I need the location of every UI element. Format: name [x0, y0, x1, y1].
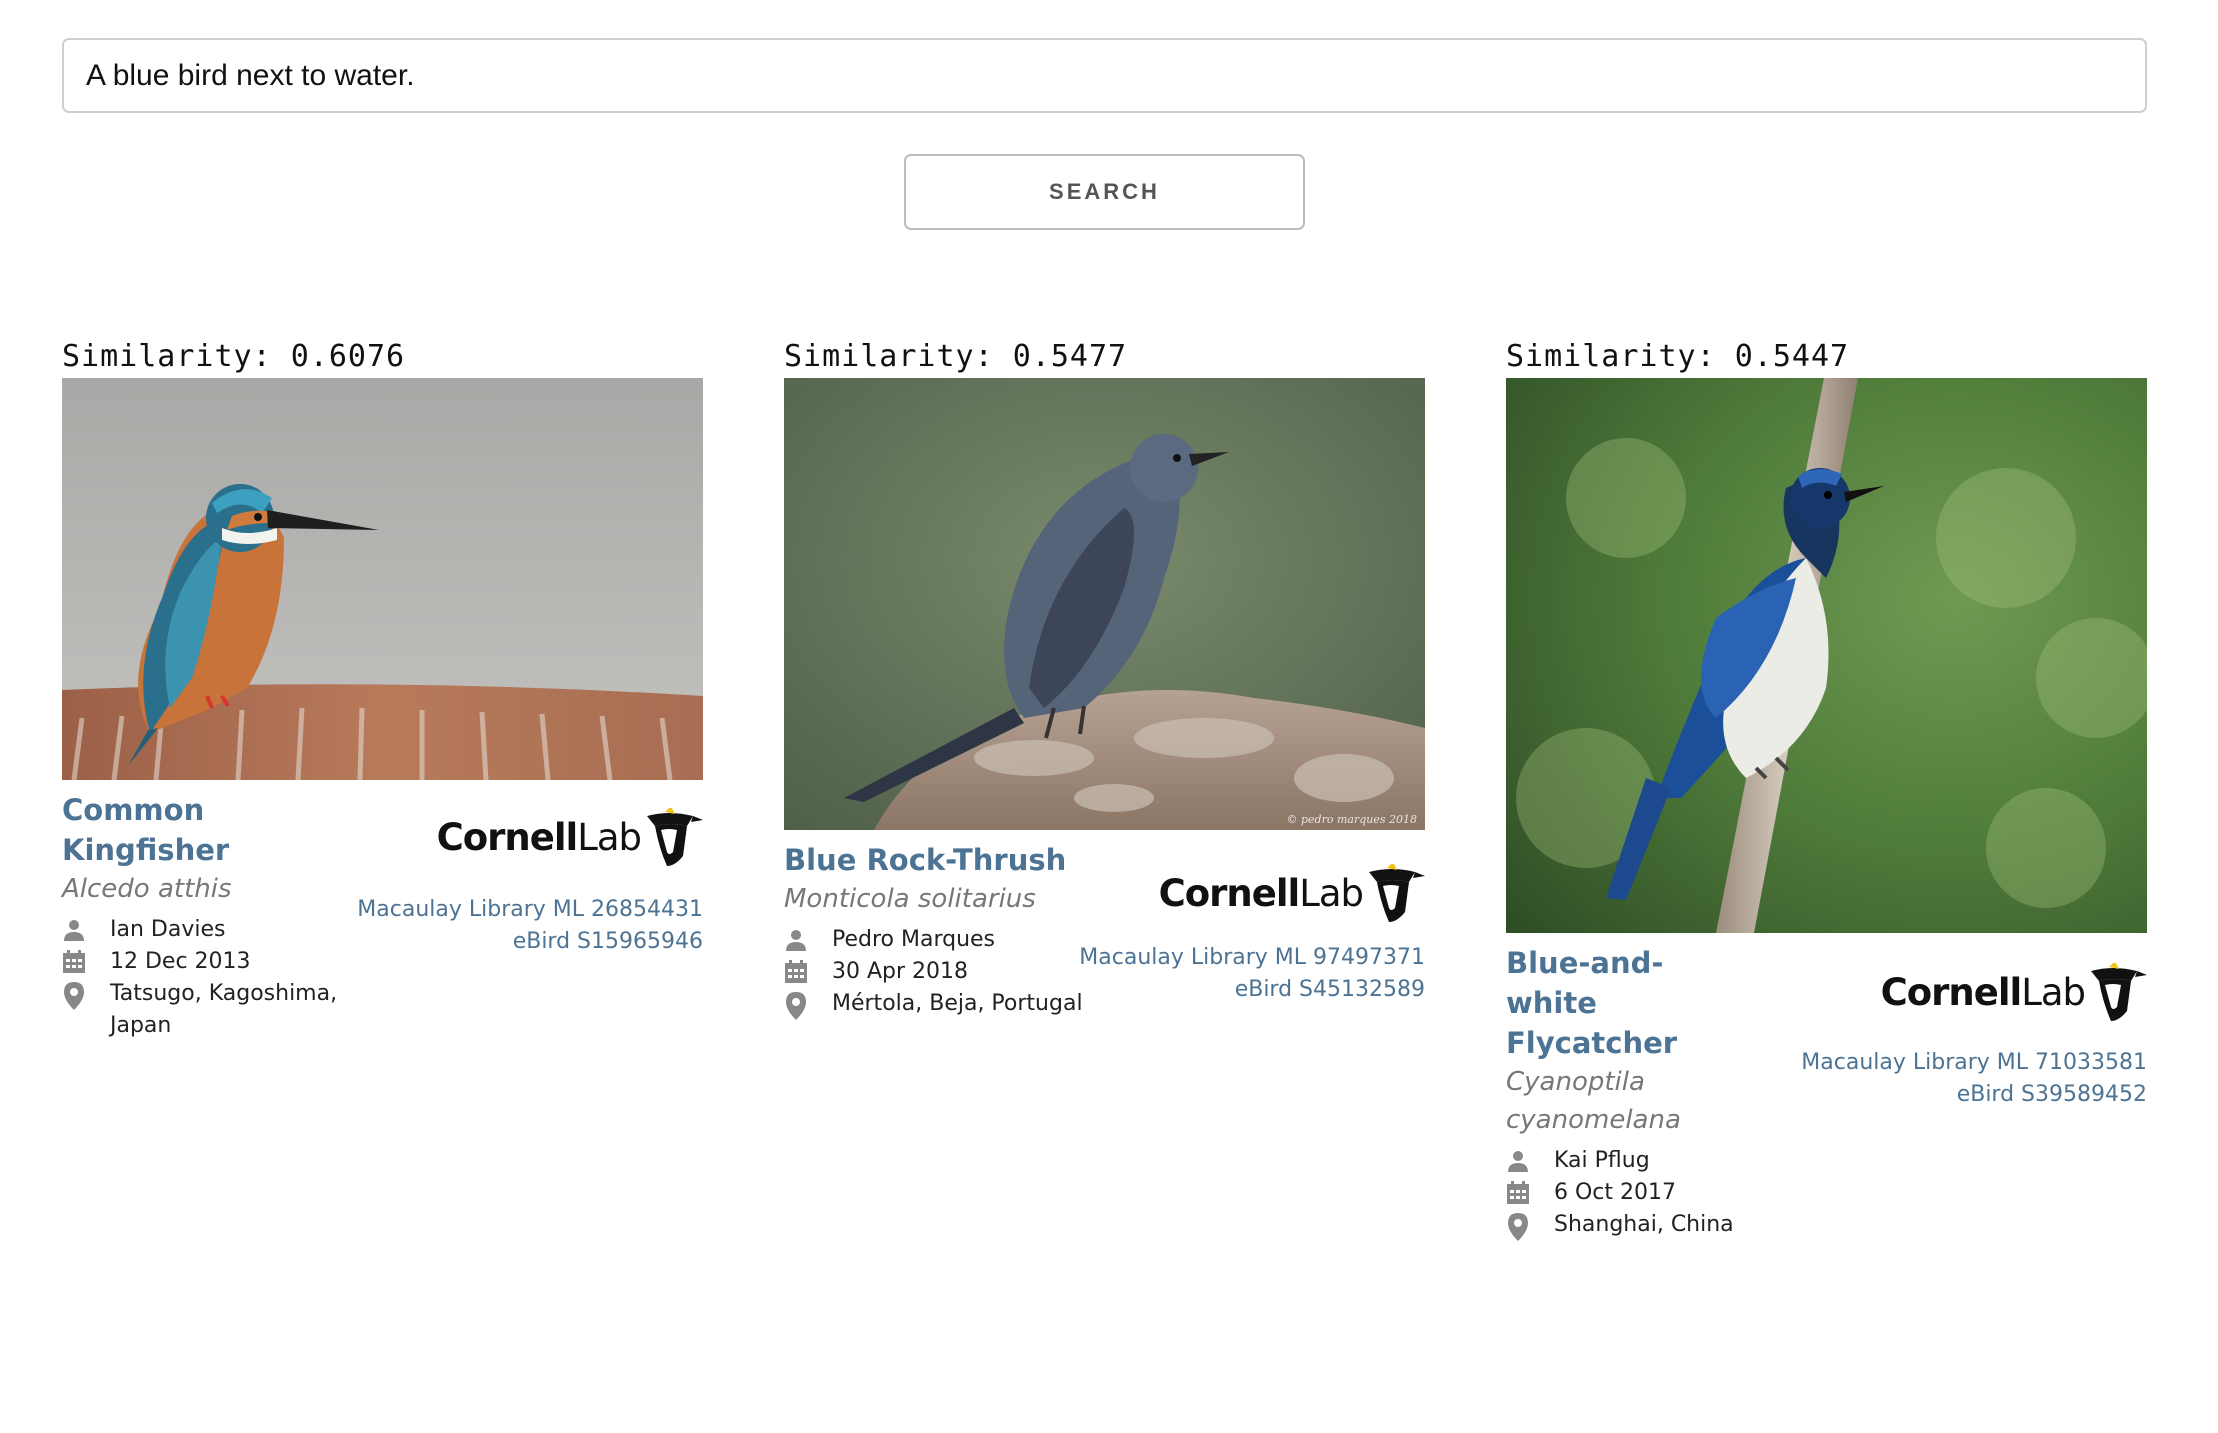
logo-wordmark: CornellLab	[436, 816, 642, 859]
cornell-lab-logo[interactable]: CornellLab	[1881, 963, 2147, 1025]
photographer-name: Ian Davies	[110, 917, 226, 942]
ebird-checklist-link[interactable]: eBird S15965946	[357, 926, 703, 958]
cornell-lab-bird-logo-icon	[647, 808, 703, 866]
scientific-name: Cyanoptila cyanomelana	[1506, 1067, 1681, 1135]
result-card-common-kingfisher: Similarity: 0.6076 Common Kingfisher Alc…	[62, 336, 703, 1280]
photographer-name: Kai Pflug	[1554, 1148, 1650, 1173]
record-links: Macaulay Library ML 97497371 eBird S4513…	[1079, 942, 1425, 1006]
location-pin-icon	[1506, 1209, 1554, 1241]
ebird-checklist-link[interactable]: eBird S45132589	[1079, 974, 1425, 1006]
location-pin-icon	[62, 978, 110, 1010]
macaulay-library-link[interactable]: Macaulay Library ML 71033581	[1801, 1047, 2147, 1079]
common-name-link[interactable]: Common Kingfisher	[62, 790, 229, 870]
date-row: 30 Apr 2018	[784, 956, 1084, 988]
person-icon	[1506, 1145, 1554, 1173]
calendar-icon	[62, 946, 110, 974]
common-name-link[interactable]: Blue Rock-Thrush	[784, 840, 1084, 880]
observation-date: 6 Oct 2017	[1554, 1180, 1677, 1205]
ebird-checklist-link[interactable]: eBird S39589452	[1801, 1079, 2147, 1111]
scientific-name: Alcedo atthis	[62, 874, 232, 904]
location-pin-icon	[784, 988, 832, 1020]
cornell-lab-logo[interactable]: CornellLab	[437, 808, 703, 870]
observation-date: 30 Apr 2018	[832, 959, 969, 984]
location-row: Mértola, Beja, Portugal	[784, 988, 1084, 1020]
person-icon	[784, 924, 832, 952]
macaulay-library-link[interactable]: Macaulay Library ML 26854431	[357, 894, 703, 926]
logo-wordmark: CornellLab	[1158, 872, 1364, 915]
result-card-blue-rock-thrush: Similarity: 0.5477 © pedro marques 2018 …	[784, 336, 1425, 1330]
search-button[interactable]: SEARCH	[904, 154, 1305, 230]
photographer-row: Pedro Marques	[784, 924, 1084, 956]
person-icon	[62, 914, 110, 942]
bird-photo[interactable]: © pedro marques 2018	[784, 378, 1425, 830]
macaulay-library-link[interactable]: Macaulay Library ML 97497371	[1079, 942, 1425, 974]
date-row: 12 Dec 2013	[62, 946, 362, 978]
bird-photo[interactable]	[1506, 378, 2147, 933]
observation-date: 12 Dec 2013	[110, 949, 251, 974]
bird-photo[interactable]	[62, 378, 703, 780]
observation-location: Shanghai, China	[1554, 1212, 1734, 1237]
scientific-name: Monticola solitarius	[784, 884, 1036, 914]
photographer-row: Kai Pflug	[1506, 1145, 1806, 1177]
similarity-score: Similarity: 0.6076	[62, 339, 406, 374]
photographer-row: Ian Davies	[62, 914, 362, 946]
cornell-lab-logo[interactable]: CornellLab	[1159, 864, 1425, 926]
observation-location: Tatsugo, Kagoshima, Japan	[110, 981, 338, 1038]
date-row: 6 Oct 2017	[1506, 1177, 1806, 1209]
search-input[interactable]	[62, 38, 2147, 113]
cornell-lab-bird-logo-icon	[2091, 963, 2147, 1021]
similarity-score: Similarity: 0.5477	[784, 339, 1128, 374]
record-links: Macaulay Library ML 71033581 eBird S3958…	[1801, 1047, 2147, 1111]
location-row: Tatsugo, Kagoshima, Japan	[62, 978, 362, 1042]
photo-credit: © pedro marques 2018	[1286, 813, 1418, 826]
logo-wordmark: CornellLab	[1880, 971, 2086, 1014]
calendar-icon	[784, 956, 832, 984]
cornell-lab-bird-logo-icon	[1369, 864, 1425, 922]
calendar-icon	[1506, 1177, 1554, 1205]
similarity-score: Similarity: 0.5447	[1506, 339, 1850, 374]
result-card-blue-and-white-flycatcher: Similarity: 0.5447 Blue-and-white Flycat…	[1506, 336, 2147, 1433]
record-links: Macaulay Library ML 26854431 eBird S1596…	[357, 894, 703, 958]
common-name-link[interactable]: Blue-and-white Flycatcher	[1506, 943, 1736, 1063]
location-row: Shanghai, China	[1506, 1209, 1806, 1241]
photographer-name: Pedro Marques	[832, 927, 996, 952]
observation-location: Mértola, Beja, Portugal	[832, 991, 1083, 1016]
